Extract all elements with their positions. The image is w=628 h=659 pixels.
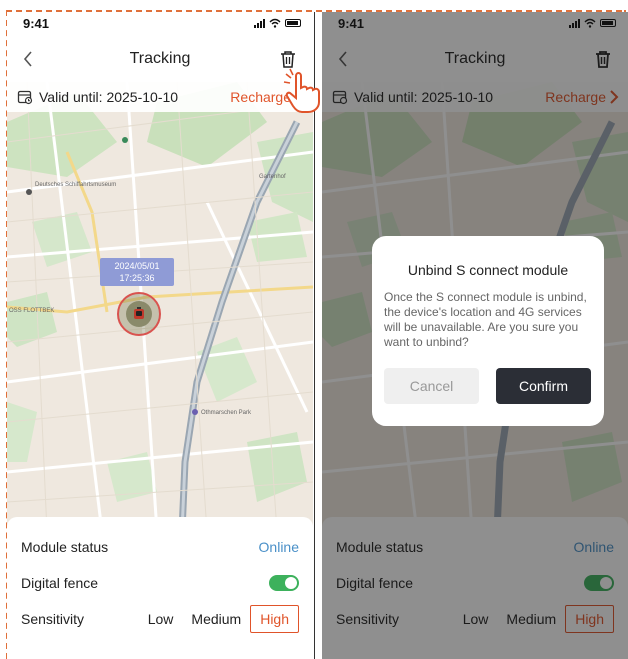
wifi-icon [269,18,281,28]
status-icons [254,18,301,28]
map-view[interactable]: Deutsches Schiffahrtsmuseum OSS FLOTTBEK… [7,82,313,532]
module-status-value: Online [258,539,299,555]
validity-bar: Valid until: 2025-10-10 Recharge [7,82,313,112]
battery-icon [285,19,301,27]
marker-timestamp: 2024/05/01 17:25:36 [100,258,174,286]
valid-until-text: Valid until: 2025-10-10 [39,89,179,105]
marker-date: 2024/05/01 [114,261,160,271]
status-panel: Module status Online Digital fence Sensi… [7,517,313,659]
app-header: Tracking [7,38,313,82]
page-title: Tracking [129,50,191,67]
unbind-dialog-screen: 9:41 Tracking Valid until: 2025-10-10 Re… [322,12,628,659]
map-label-gartenhof: Gartenhof [259,174,286,180]
status-time: 9:41 [23,16,50,31]
status-bar: 9:41 [7,12,313,38]
module-status-row: Module status Online [21,529,299,565]
hand-pointer-icon [283,68,320,113]
map-label-park: Othmarschen Park [201,410,252,416]
trash-icon [281,51,295,68]
signal-icon [254,18,265,28]
dialog-message: Once the S connect module is unbind, the… [384,290,587,349]
tracking-screen: Deutsches Schiffahrtsmuseum OSS FLOTTBEK… [7,12,313,659]
device-location-marker[interactable] [117,292,161,336]
unbind-dialog: Unbind S connect module Once the S conne… [372,236,604,426]
sensitivity-medium[interactable]: Medium [182,606,250,632]
cancel-button[interactable]: Cancel [384,368,479,404]
sensitivity-row: Sensitivity Low Medium High [21,601,299,637]
digital-fence-row: Digital fence [21,565,299,601]
digital-fence-label: Digital fence [21,575,99,591]
delete-button[interactable] [277,48,299,70]
sensitivity-options: Low Medium High [139,605,299,633]
sensitivity-label: Sensitivity [21,611,85,627]
map-label-flottbek: OSS FLOTTBEK [9,308,54,314]
module-status-label: Module status [21,539,109,555]
sensitivity-low[interactable]: Low [139,606,183,632]
map-label-museum: Deutsches Schiffahrtsmuseum [35,182,116,188]
digital-fence-toggle[interactable] [269,575,299,591]
calendar-clock-icon [17,90,33,105]
marker-time: 17:25:36 [119,273,155,283]
comparison-canvas: Deutsches Schiffahrtsmuseum OSS FLOTTBEK… [0,0,628,659]
sensitivity-high[interactable]: High [250,605,299,633]
device-icon [126,301,152,327]
dialog-title: Unbind S connect module [407,262,569,278]
confirm-button[interactable]: Confirm [496,368,591,404]
